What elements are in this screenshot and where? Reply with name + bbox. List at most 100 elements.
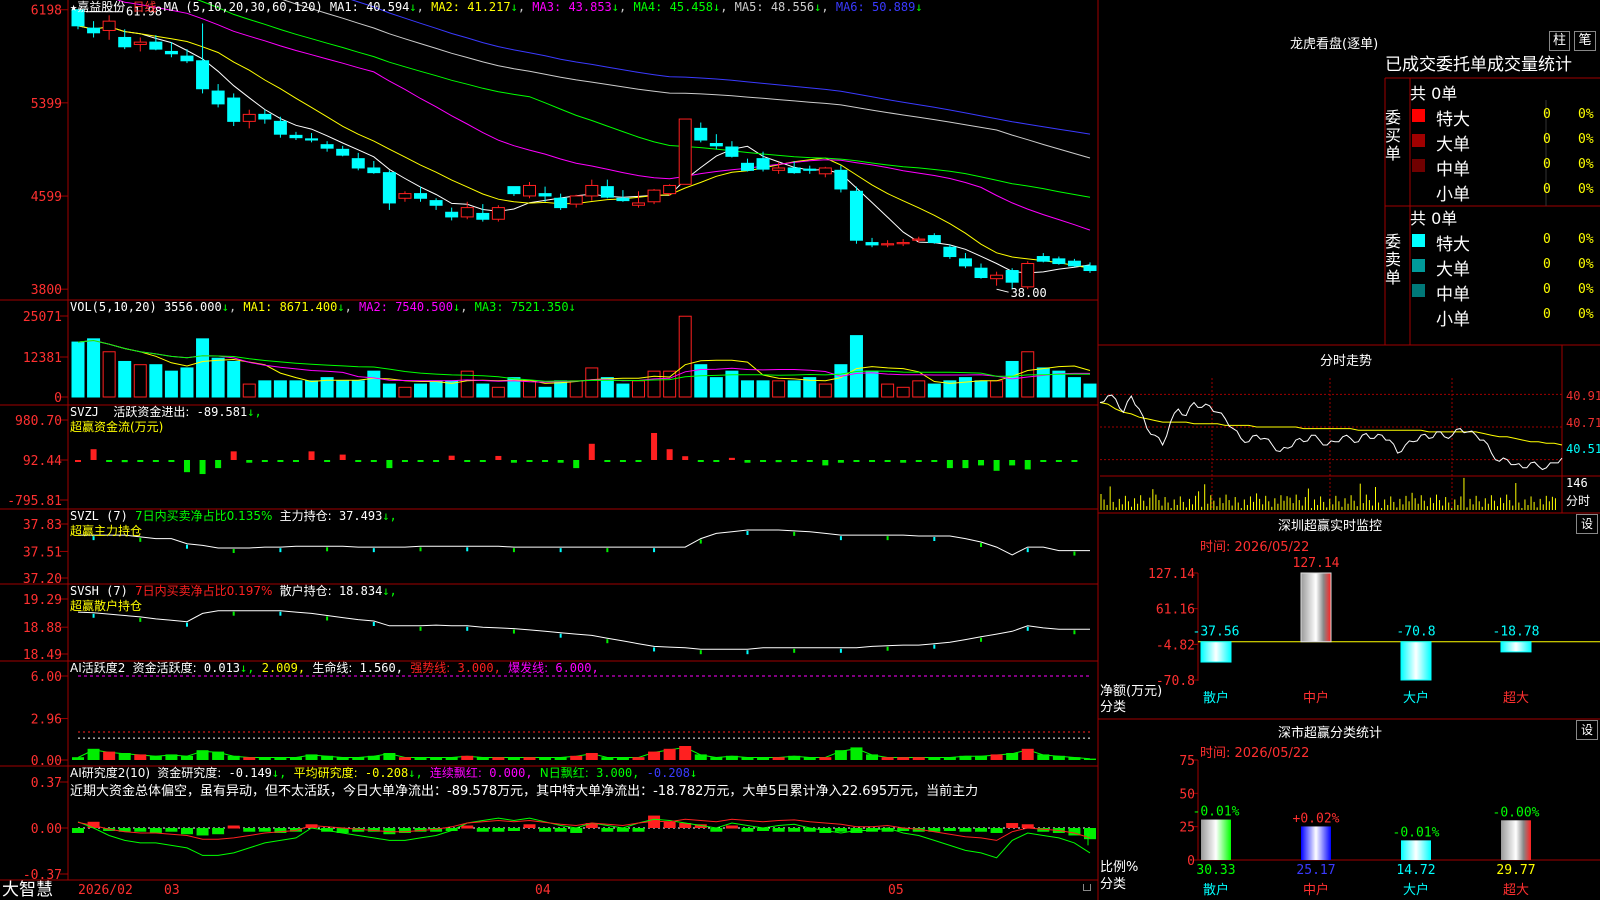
- candle-body: [118, 36, 132, 48]
- svzl-header: SVZL (7) 7日内买卖净占比0.135% 主力持仓: 37.493↓, 超…: [70, 509, 397, 539]
- ai-active-bar: [834, 750, 847, 760]
- dragon-buy-swatch: [1412, 184, 1425, 197]
- ai-active-bar: [1068, 757, 1081, 760]
- dragon-buy-value: 0: [1543, 132, 1551, 147]
- volume-bar: [990, 380, 1004, 398]
- ai-active-arrow: ↓,: [240, 661, 255, 675]
- candle-body: [647, 189, 661, 203]
- intraday-y-top: 40.91: [1566, 389, 1600, 403]
- ma4-readout: MA4: 45.458↓: [633, 0, 721, 14]
- flow-bar: [573, 460, 580, 469]
- flow-bar: [822, 460, 829, 466]
- intraday-avg-line: [1099, 402, 1563, 446]
- ai-active-bar: [507, 757, 520, 760]
- candle-body: [1083, 265, 1097, 272]
- svzj-y-label: 980.70: [15, 414, 62, 429]
- monitor-settings-button[interactable]: 设: [1576, 514, 1598, 534]
- ai-active-bar: [72, 757, 84, 760]
- retail-holding-line-tick: [980, 637, 983, 642]
- volume-bar: [367, 370, 381, 398]
- volume-bar: [196, 338, 210, 398]
- main-holding-line-tick: [512, 548, 515, 553]
- research-arrow: ↓,: [271, 766, 287, 780]
- candle-body: [709, 143, 723, 147]
- research-bar: [134, 828, 147, 832]
- dragon-buy-row[interactable]: 特大 0 0%: [1410, 104, 1600, 130]
- ai-active-bar: [414, 757, 427, 760]
- candle-body: [1052, 258, 1066, 265]
- main-header: ★嘉益股份 日线 MA (5,10,20,30,60,120) MA1: 40.…: [70, 0, 923, 14]
- volume-bar: [663, 370, 677, 398]
- volume-bar: [912, 380, 926, 398]
- dragon-buy-row[interactable]: 小单 0 0%: [1410, 179, 1600, 205]
- candle-body: [398, 193, 412, 199]
- svzj-y-label: -795.81: [7, 494, 62, 509]
- flow-bar: [666, 449, 673, 461]
- main-holding-line-tick: [699, 539, 702, 544]
- flow-bar: [308, 451, 315, 461]
- svzj-arrow: ↓,: [247, 405, 262, 419]
- classify-settings-button[interactable]: 设: [1576, 720, 1598, 740]
- life-line-label: 生命线:: [312, 661, 353, 675]
- brand-logo[interactable]: 大智慧: [2, 880, 53, 900]
- ai-active-y-label: 6.00: [31, 670, 62, 685]
- candle-body: [740, 162, 754, 171]
- volume-bar: [336, 380, 350, 398]
- flow-bar: [137, 460, 144, 463]
- classify-change: +0.02%: [1293, 811, 1340, 826]
- ai-active-bar: [165, 754, 178, 760]
- dragon-buy-row[interactable]: 大单 0 0%: [1410, 129, 1600, 155]
- ai-active-bar: [881, 757, 894, 760]
- volume-bar: [927, 383, 941, 398]
- stock-name[interactable]: 嘉益股份: [77, 0, 125, 14]
- intraday-vol-unit: 分时: [1566, 494, 1591, 508]
- ai-active-y-label: 0.00: [31, 754, 62, 769]
- ai-active-bar: [616, 757, 629, 760]
- volume-bar: [211, 357, 225, 398]
- ai-active-bar: [725, 755, 738, 760]
- dragon-sell-row[interactable]: 特大 0 0%: [1410, 229, 1600, 255]
- ai-research-y-label: 0.00: [31, 822, 62, 837]
- dragon-sell-row[interactable]: 中单 0 0%: [1410, 279, 1600, 305]
- period-label[interactable]: 日线: [132, 0, 156, 14]
- classify-category-label: 分类: [1100, 877, 1127, 892]
- flow-bar: [791, 460, 798, 463]
- dragon-buy-value: 0: [1543, 182, 1551, 197]
- dragon-buy-row[interactable]: 中单 0 0%: [1410, 154, 1600, 180]
- lock-icon[interactable]: [1083, 884, 1091, 891]
- retail-holding-line-tick: [326, 616, 329, 621]
- research-bar: [570, 828, 583, 833]
- volume-bar: [242, 383, 256, 398]
- dragon-buy-percent: 0%: [1578, 132, 1594, 147]
- ai-active-bar: [336, 757, 349, 760]
- tick-mode-button[interactable]: 笔: [1574, 31, 1596, 51]
- svzl-title: SVZL (7): [70, 509, 128, 523]
- ai-active-bar: [180, 755, 193, 760]
- monitor-y-label: 61.16: [1156, 603, 1195, 618]
- trading-terminal-chart[interactable]: 619853994599380061.9838.0025071123810980…: [0, 0, 1600, 900]
- ai-active-bar: [118, 753, 131, 760]
- research-bar: [788, 828, 801, 832]
- candle-body: [507, 186, 521, 195]
- intraday-y-mid: 40.71: [1566, 416, 1600, 430]
- dragon-sell-row[interactable]: 小单 0 0%: [1410, 304, 1600, 330]
- flow-bar: [853, 460, 860, 463]
- candle-body: [616, 197, 630, 202]
- dragon-sell-row[interactable]: 大单 0 0%: [1410, 254, 1600, 280]
- svsh-y-label: 18.88: [23, 621, 62, 636]
- research-bar: [539, 828, 552, 832]
- life-line-value: 1.560,: [359, 661, 403, 675]
- classify-category: 散户: [1203, 882, 1229, 898]
- ai-active-bar: [243, 757, 256, 760]
- ai-active-bar: [570, 755, 583, 760]
- retail-holding-line-tick: [559, 633, 562, 638]
- dragon-buy-label: 大单: [1436, 135, 1470, 155]
- svzj-label: 活跃资金进出:: [113, 405, 190, 419]
- volume-bar: [491, 386, 505, 398]
- volume-bar: [818, 383, 832, 398]
- dragon-title: 龙虎看盘(逐单): [1290, 37, 1379, 52]
- ma2-readout: MA2: 41.217↓: [431, 0, 518, 14]
- volume-bar: [1052, 370, 1066, 398]
- bar-mode-button[interactable]: 柱: [1549, 31, 1570, 51]
- volume-bar: [289, 380, 303, 398]
